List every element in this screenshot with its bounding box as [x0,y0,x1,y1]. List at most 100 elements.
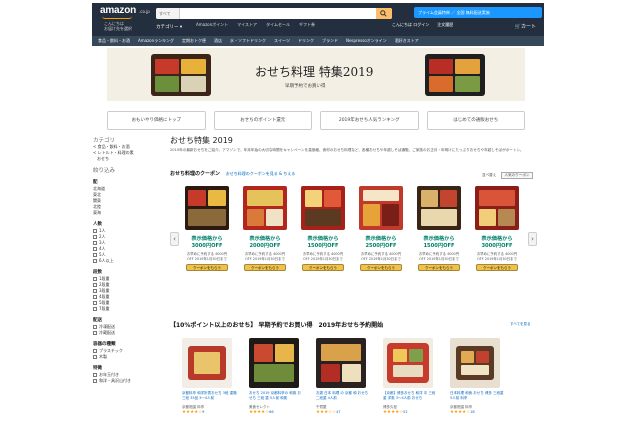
checkbox-icon[interactable] [93,277,97,281]
coupon-card[interactable]: 表示価格から 3000円OFF お早めに予約する 4000円 OFF 2019年… [182,186,232,271]
nav-link[interactable]: マイストア [237,22,257,27]
product-image[interactable] [316,338,366,388]
subnav-item[interactable]: 酒店 [214,36,222,46]
category-menu[interactable]: カテゴリー ▾ [156,24,182,30]
checkbox-icon[interactable] [93,373,97,377]
subnav-item[interactable]: 食品・飲料・お酒 [98,36,130,46]
product-image[interactable] [417,186,461,230]
feature-tab[interactable]: おせちのポイント還元 [213,111,312,130]
coupon-card[interactable]: 表示価格から 2500円OFF お早めに予約する 4000円 OFF 2019年… [356,186,406,271]
get-coupon-button[interactable]: クーポンをもらう [418,264,460,271]
product-card[interactable]: 【京都】博多おせち 和洋 中 三段重 洋風 3〜4人前 おせち 博多久松 ★★★… [383,338,438,415]
cart-button[interactable]: 🛒カート [515,23,536,30]
checkbox-icon[interactable] [93,241,97,245]
feature-tab[interactable]: おもいやり価格にトップ [107,111,206,130]
subnav-item[interactable]: Nespressoオンライン [346,36,387,46]
product-card[interactable]: 日本料理 和食 おせち 博多 三段重 5人前 料亭 京都祇園 料亭 ★★★★☆1… [450,338,505,415]
nav-link[interactable]: Amazonポイント [196,22,228,27]
feature-tab[interactable]: はじめての通販おせち [426,111,525,130]
coupon-card[interactable]: 表示価格から 1500円OFF お早めに予約する 4000円 OFF 2019年… [414,186,464,271]
see-all-link[interactable]: すべてを見る [510,322,531,327]
product-image[interactable] [475,186,519,230]
account-link[interactable]: こんにちは ログイン [392,22,429,27]
nav-link[interactable]: タイムセール [266,22,290,27]
prime-banner[interactable]: プライム会員特典 ／ 全国 無料配送実施 [414,7,542,18]
coupon-detail: お早めに予約する 4000円 OFF 2019年1月30日まで [476,252,518,261]
product-title[interactable]: おせち 2019 京都料亭の 和風 おせち 三段 重 5人前 和風 [249,391,304,405]
sidebar-category[interactable]: おせち [93,156,163,162]
checkbox-icon[interactable] [93,259,97,263]
coupon-card[interactable]: 表示価格から 3000円OFF お早めに予約する 4000円 OFF 2019年… [472,186,522,271]
carousel-next-button[interactable]: › [528,232,537,246]
get-coupon-button[interactable]: クーポンをもらう [244,264,286,271]
rating-stars: ★★★★☆66 [249,410,304,415]
checkbox-icon[interactable] [93,349,97,353]
checkbox-icon[interactable] [93,229,97,233]
product-image[interactable] [249,338,299,388]
subnav-item[interactable]: 水・ソフトドリンク [230,36,266,46]
product-image[interactable] [450,338,500,388]
product-image[interactable] [243,186,287,230]
checkbox-icon[interactable] [93,247,97,251]
subnav-item[interactable]: 酒好きストア [395,36,419,46]
subnav-item[interactable]: ブランド [322,36,338,46]
product-title[interactable]: お歳 日本 料理 の 京都 和 おせち 二段重 4人前 [316,391,371,405]
product-title[interactable]: 日本料理 和食 おせち 博多 三段重 5人前 料亭 [450,391,505,405]
filter-checkbox[interactable]: 7段重 [93,306,163,312]
review-count[interactable]: 18 [470,410,474,414]
feature-tab[interactable]: 2019年おせち人気ランキング [320,111,419,130]
review-count[interactable]: 9 [202,410,204,414]
coupon-card[interactable]: 表示価格から 1500円OFF お早めに予約する 4000円 OFF 2019年… [298,186,348,271]
subnav-item[interactable]: Amazonランキング [138,36,174,46]
coupon-link[interactable]: おせち料理のクーポンを見る & ちえる [226,171,296,176]
filter-link[interactable]: 東海 [93,210,163,216]
product-image[interactable] [383,338,433,388]
nav-link[interactable]: ギフト券 [299,22,315,27]
orders-link[interactable]: 注文履歴 [437,22,453,27]
checkbox-icon[interactable] [93,235,97,239]
product-image[interactable] [182,338,232,388]
amazon-smile-icon [102,16,132,19]
carousel-prev-button[interactable]: ‹ [170,232,179,246]
product-card[interactable]: 京都料亭 和洋折衷おせち 3段 重箱 三段 35品 3〜4人前 京都祇園 料亭 … [182,338,237,415]
review-count[interactable]: 47 [336,410,340,414]
hero-banner[interactable]: おせち料理 特集2019 早期予約でお買い得 [107,48,525,101]
get-coupon-button[interactable]: クーポンをもらう [476,264,518,271]
subnav-item[interactable]: ドリンク [298,36,314,46]
checkbox-icon[interactable] [93,325,97,329]
amazon-logo[interactable]: amazon [100,5,136,16]
filter-checkbox[interactable]: 和洋・具沢山付き [93,378,163,384]
product-title[interactable]: 京都料亭 和洋折衷おせち 3段 重箱 三段 35品 3〜4人前 [182,391,237,405]
checkbox-icon[interactable] [93,379,97,383]
star-icons: ★★★★☆ [182,409,203,415]
filter-checkbox[interactable]: 冷蔵配送 [93,330,163,336]
product-image[interactable] [301,186,345,230]
checkbox-icon[interactable] [93,295,97,299]
get-coupon-button[interactable]: クーポンをもらう [186,264,228,271]
checkbox-icon[interactable] [93,289,97,293]
product-title[interactable]: 【京都】博多おせち 和洋 中 三段重 洋風 3〜4人前 おせち [383,391,438,405]
checkbox-icon[interactable] [93,307,97,311]
product-image[interactable] [359,186,403,230]
coupon-card[interactable]: 表示価格から 2000円OFF お早めに予約する 4000円 OFF 2019年… [240,186,290,271]
filter-checkbox[interactable]: 木製 [93,354,163,360]
get-coupon-button[interactable]: クーポンをもらう [360,264,402,271]
product-image[interactable] [185,186,229,230]
search-category-select[interactable]: すべて [156,8,180,19]
get-coupon-button[interactable]: クーポンをもらう [302,264,344,271]
filter-checkbox[interactable]: 6人以上 [93,258,163,264]
product-card[interactable]: お歳 日本 料理 の 京都 和 おせち 二段重 4人前 千賀屋 ★★★☆☆47 [316,338,371,415]
product-card[interactable]: おせち 2019 京都料亭の 和風 おせち 三段 重 5人前 和風 美食セレクト… [249,338,304,415]
search-button[interactable] [376,8,392,19]
checkbox-icon[interactable] [93,355,97,359]
checkbox-icon[interactable] [93,301,97,305]
subnav-item[interactable]: スイーツ [274,36,290,46]
subnav-item[interactable]: 定期おトク便 [182,36,206,46]
review-count[interactable]: 66 [269,410,273,414]
review-count[interactable]: 52 [403,410,407,414]
checkbox-icon[interactable] [93,253,97,257]
checkbox-icon[interactable] [93,283,97,287]
deliver-to[interactable]: こんにちは お届け先を選択 [104,21,132,31]
sort-select[interactable]: 人気のクーポン [501,172,533,179]
checkbox-icon[interactable] [93,331,97,335]
